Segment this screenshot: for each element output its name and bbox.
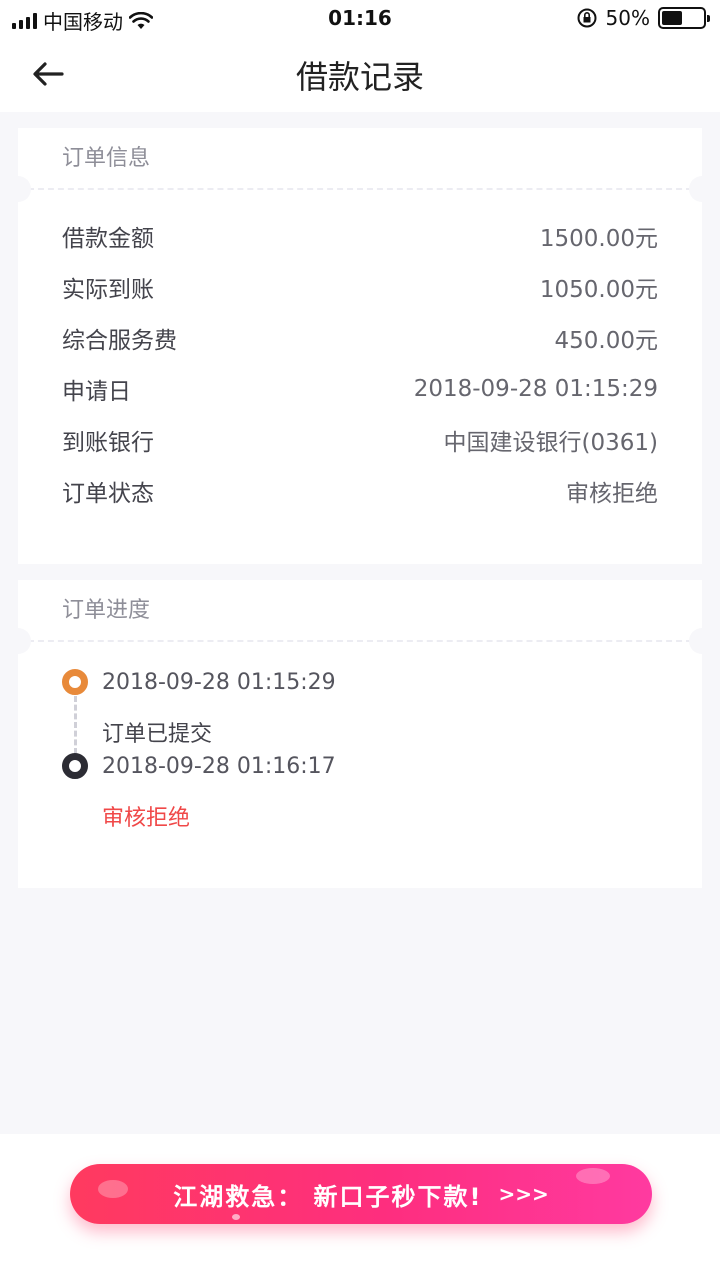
- step-text: 审核拒绝: [102, 806, 191, 831]
- step-dot-icon: [62, 669, 88, 695]
- cloud-decoration: [576, 1168, 610, 1184]
- row-received-amount: 实际到账 1050.00元: [62, 261, 658, 312]
- promo-banner-button[interactable]: 江湖救急： 新口子秒下款! >>>: [70, 1164, 652, 1224]
- banner-text: 江湖救急： 新口子秒下款!: [173, 1182, 483, 1211]
- row-value: 1050.00元: [539, 276, 658, 303]
- battery-fill: [662, 11, 682, 25]
- row-label: 申请日: [62, 378, 131, 405]
- row-service-fee: 综合服务费 450.00元: [62, 312, 658, 363]
- battery-percent: 50%: [605, 6, 650, 30]
- status-bar: 中国移动 01:16 50%: [0, 0, 720, 36]
- order-info-rows: 借款金额 1500.00元 实际到账 1050.00元 综合服务费 450.00…: [62, 210, 658, 516]
- card-divider: [18, 640, 702, 642]
- row-label: 订单状态: [62, 480, 154, 507]
- row-label: 综合服务费: [62, 327, 177, 354]
- card-notch-left: [5, 176, 31, 202]
- order-info-card: 订单信息 借款金额 1500.00元 实际到账 1050.00元 综合服务费 4…: [5, 128, 715, 564]
- row-loan-amount: 借款金额 1500.00元: [62, 210, 658, 261]
- row-value: 审核拒绝: [566, 480, 658, 507]
- order-info-heading: 订单信息: [62, 146, 151, 171]
- step-text: 订单已提交: [102, 722, 213, 747]
- row-value: 2018-09-28 01:15:29: [413, 375, 658, 402]
- step-time: 2018-09-28 01:16:17: [102, 753, 336, 779]
- timeline-connector: [74, 696, 77, 754]
- row-order-status: 订单状态 审核拒绝: [62, 465, 658, 516]
- battery-icon: [658, 7, 710, 29]
- step-time: 2018-09-28 01:15:29: [102, 669, 336, 695]
- card-notch-right: [689, 176, 715, 202]
- card-notch-right: [689, 628, 715, 654]
- status-right: 50%: [576, 6, 710, 30]
- row-label: 借款金额: [62, 225, 154, 252]
- rotation-lock-icon: [577, 8, 597, 28]
- row-label: 实际到账: [62, 276, 154, 303]
- row-apply-date: 申请日 2018-09-28 01:15:29: [62, 363, 658, 414]
- page-title: 借款记录: [295, 58, 424, 96]
- timeline-step: 2018-09-28 01:15:29: [62, 669, 336, 695]
- card-divider: [18, 188, 702, 190]
- nav-bar: 借款记录: [0, 36, 720, 112]
- order-progress-heading: 订单进度: [62, 598, 151, 623]
- row-label: 到账银行: [62, 429, 154, 456]
- row-value: 中国建设银行(0361): [443, 429, 658, 456]
- row-bank: 到账银行 中国建设银行(0361): [62, 414, 658, 465]
- cloud-decoration: [98, 1180, 128, 1198]
- chevrons-right-icon: >>>: [498, 1182, 549, 1206]
- dot-decoration: [232, 1214, 240, 1220]
- row-value: 1500.00元: [539, 225, 658, 252]
- timeline-step: 2018-09-28 01:16:17: [62, 753, 336, 779]
- row-value: 450.00元: [554, 327, 658, 354]
- order-progress-card: 订单进度 2018-09-28 01:15:29 订单已提交 2018-09-2…: [5, 580, 715, 888]
- step-dot-icon: [62, 753, 88, 779]
- card-notch-left: [5, 628, 31, 654]
